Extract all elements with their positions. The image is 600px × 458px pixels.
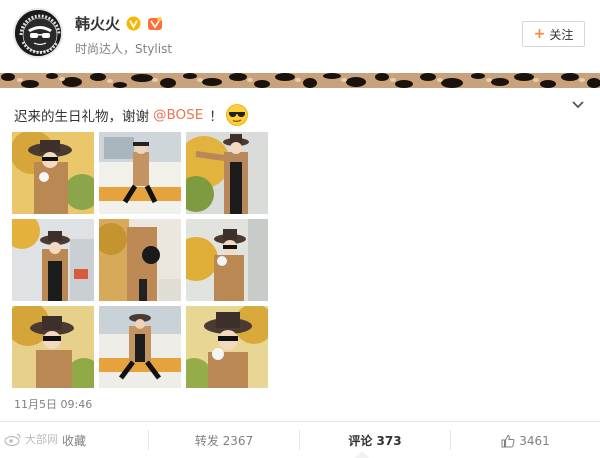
photo-thumbnail-3[interactable] xyxy=(186,132,268,214)
post-timestamp[interactable]: 11月5日 09:46 xyxy=(14,396,92,412)
comment-active-indicator xyxy=(355,451,369,458)
photo-thumbnail-2[interactable] xyxy=(99,132,181,214)
avatar-image xyxy=(15,10,61,56)
avatar[interactable] xyxy=(13,8,63,58)
photo-thumbnail-6[interactable] xyxy=(186,219,268,301)
like-button[interactable]: 3461 xyxy=(451,422,600,458)
post-body: 迟来的生日礼物，谢谢 xyxy=(14,109,149,125)
leopard-pattern xyxy=(0,73,600,88)
v-badge-icon[interactable] xyxy=(126,16,141,31)
action-bar: 收藏 转发 2367 评论 373 3461 xyxy=(0,421,600,458)
plus-icon: + xyxy=(533,26,546,42)
weibo-logo-icon xyxy=(4,433,21,446)
user-description: 时尚达人，Stylist xyxy=(75,42,173,56)
photo-thumbnail-7[interactable] xyxy=(12,306,94,388)
weibo-post-header: 韩火火 时尚达人，Stylist + 关注 xyxy=(0,0,600,70)
username[interactable]: 韩火火 xyxy=(75,13,120,34)
follow-label: 关注 xyxy=(549,27,574,42)
photo-thumbnail-9[interactable] xyxy=(186,306,268,388)
chevron-down-icon[interactable] xyxy=(572,100,584,110)
member-badge-icon[interactable] xyxy=(147,16,163,31)
thumbs-up-icon xyxy=(501,434,515,447)
watermark: 大部网 xyxy=(4,431,58,447)
post-exclamation: ！ xyxy=(209,109,223,125)
photo-thumbnail-8[interactable] xyxy=(99,306,181,388)
leopard-banner xyxy=(0,73,600,88)
repost-label: 转发 2367 xyxy=(194,434,254,448)
repost-button[interactable]: 转发 2367 xyxy=(149,422,299,458)
comment-button[interactable]: 评论 373 xyxy=(300,422,450,458)
sunglasses-emoji-icon xyxy=(225,104,248,126)
comment-label: 评论 373 xyxy=(348,434,402,448)
mention-link[interactable]: @BOSE xyxy=(153,107,203,123)
favorite-label: 收藏 xyxy=(61,434,86,448)
photo-thumbnail-1[interactable] xyxy=(12,132,94,214)
follow-button[interactable]: + 关注 xyxy=(522,21,585,47)
like-count: 3461 xyxy=(519,433,550,448)
photo-thumbnail-4[interactable] xyxy=(12,219,94,301)
photo-thumbnail-5[interactable] xyxy=(99,219,181,301)
post-text: 迟来的生日礼物，谢谢 @BOSE ！ xyxy=(14,103,249,127)
username-row: 韩火火 xyxy=(75,13,163,34)
watermark-text: 大部网 xyxy=(25,433,58,446)
photo-grid xyxy=(12,132,268,388)
